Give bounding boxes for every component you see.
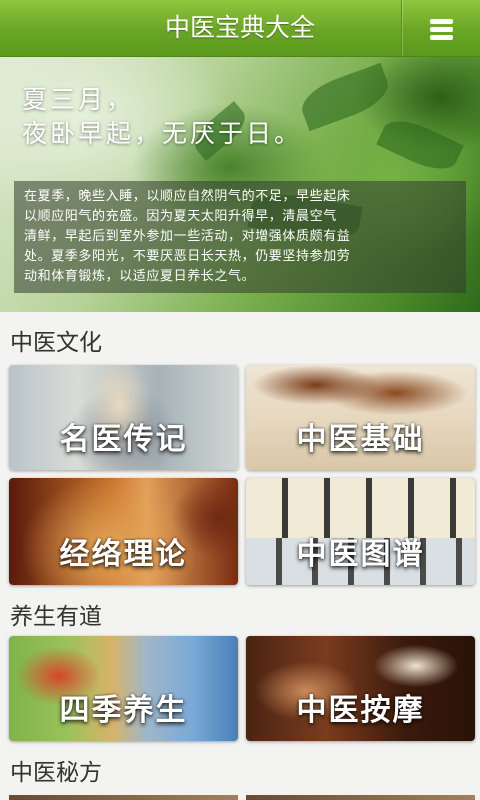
card-tcm-massage[interactable]: 中医按摩 (246, 636, 475, 741)
banner-headline: 夏三月， 夜卧早起，无厌于日。 (22, 83, 302, 151)
card-label: 经络理论 (59, 537, 188, 572)
card-label: 中医基础 (296, 422, 425, 457)
card-image (9, 795, 238, 800)
section-title-health-preservation: 养生有道 (10, 604, 102, 630)
card-partial[interactable] (246, 795, 475, 800)
card-image (246, 795, 475, 800)
banner-desc-line: 动和体育锻炼，以适应夏日养长之气。 (24, 269, 256, 284)
card-label: 中医图谱 (296, 537, 425, 572)
banner-headline-line1: 夏三月， (22, 85, 135, 114)
card-four-seasons[interactable]: 四季养生 (9, 636, 238, 741)
banner-description-box: 在夏季，晚些入睡，以顺应自然阴气的不足，早些起床 以顺应阳气的充盛。因为夏天太阳… (14, 181, 466, 293)
card-tcm-basics[interactable]: 中医基础 (246, 365, 475, 470)
banner-desc-line: 在夏季，晚些入睡，以顺应自然阴气的不足，早些起床 (24, 189, 351, 204)
card-meridian-theory[interactable]: 经络理论 (9, 478, 238, 585)
banner-desc-line: 处。夏季多阳光，不要厌恶日长天热，仍要坚持参加劳 (24, 249, 351, 264)
banner-description: 在夏季，晚些入睡，以顺应自然阴气的不足，早些起床 以顺应阳气的充盛。因为夏天太阳… (24, 187, 458, 287)
section-title-secret-recipes: 中医秘方 (10, 760, 102, 786)
card-partial[interactable] (9, 795, 238, 800)
card-tcm-atlas[interactable]: 中医图谱 (246, 478, 475, 585)
card-famous-doctors[interactable]: 名医传记 (9, 365, 238, 470)
card-label: 名医传记 (59, 422, 188, 457)
card-label: 四季养生 (59, 693, 188, 728)
banner-desc-line: 清鲜，早起后到室外参加一些活动，对增强体质颇有益 (24, 229, 351, 244)
leaf-decoration (376, 111, 464, 179)
featured-banner[interactable]: 夏三月， 夜卧早起，无厌于日。 在夏季，晚些入睡，以顺应自然阴气的不足，早些起床… (0, 57, 480, 312)
menu-button[interactable] (401, 0, 480, 56)
card-label: 中医按摩 (296, 693, 425, 728)
leaf-decoration (295, 62, 395, 132)
section-title-tcm-culture: 中医文化 (10, 330, 102, 356)
banner-headline-line2: 夜卧早起，无厌于日。 (22, 119, 303, 148)
app-header: 中医宝典大全 (0, 0, 480, 57)
banner-desc-line: 以顺应阳气的充盛。因为夏天太阳升得早，清晨空气 (24, 209, 337, 224)
